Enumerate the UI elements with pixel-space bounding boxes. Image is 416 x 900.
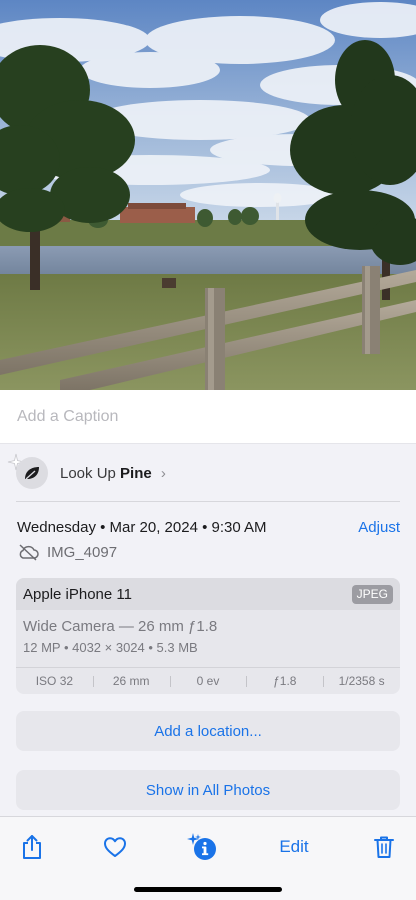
lens-info: Wide Camera — 26 mm ƒ1.8 — [23, 618, 218, 635]
info-button[interactable] — [184, 831, 220, 863]
exif-focal-length: 26 mm — [92, 674, 170, 688]
camera-card-header: Apple iPhone 11 JPEG — [16, 578, 400, 610]
device-name: Apple iPhone 11 — [23, 586, 132, 603]
info-panel: Add a Caption Look Up Pine › Wednesday •… — [0, 390, 416, 816]
camera-info-card: Apple iPhone 11 JPEG Wide Camera — 26 mm… — [16, 578, 400, 694]
look-up-prefix: Look Up — [60, 465, 116, 482]
trash-icon — [374, 836, 394, 858]
landscape-photo — [0, 0, 416, 390]
leaf-icon — [16, 457, 48, 489]
exif-shutter-speed: 1/2358 s — [323, 674, 400, 688]
exif-row: ISO 32 26 mm 0 ev ƒ1.8 1/2358 s — [16, 667, 400, 694]
edit-button[interactable]: Edit — [272, 831, 316, 863]
capture-date: Wednesday • Mar 20, 2024 • 9:30 AM — [17, 519, 267, 536]
adjust-date-button[interactable]: Adjust — [358, 519, 400, 536]
look-up-row[interactable]: Look Up Pine › — [0, 444, 416, 502]
share-icon — [23, 835, 41, 859]
look-up-label[interactable]: Look Up Pine › — [60, 465, 166, 482]
caption-field[interactable]: Add a Caption — [0, 390, 416, 444]
format-badge: JPEG — [351, 585, 393, 604]
exif-exposure-value: 0 ev — [169, 674, 247, 688]
look-up-subject: Pine — [120, 465, 152, 482]
delete-button[interactable] — [366, 831, 402, 863]
chevron-right-icon: › — [160, 465, 166, 482]
file-info: IMG_4097 — [17, 542, 117, 562]
favorite-button[interactable] — [97, 831, 133, 863]
exif-iso: ISO 32 — [35, 674, 74, 688]
home-indicator[interactable] — [134, 887, 282, 892]
show-in-all-photos-button[interactable]: Show in All Photos — [16, 770, 400, 810]
add-location-button[interactable]: Add a location... — [16, 711, 400, 751]
divider — [16, 501, 400, 502]
share-button[interactable] — [14, 831, 50, 863]
caption-placeholder[interactable]: Add a Caption — [17, 408, 118, 426]
image-specs: 12 MP • 4032 × 3024 • 5.3 MB — [23, 640, 198, 655]
heart-icon — [104, 837, 126, 857]
info-sparkle-icon — [187, 833, 216, 860]
exif-aperture: ƒ1.8 — [246, 674, 323, 688]
bottom-toolbar: Edit — [0, 816, 416, 900]
cloud-slash-icon — [19, 544, 39, 561]
file-name: IMG_4097 — [47, 543, 118, 561]
photo-preview[interactable] — [0, 0, 416, 390]
